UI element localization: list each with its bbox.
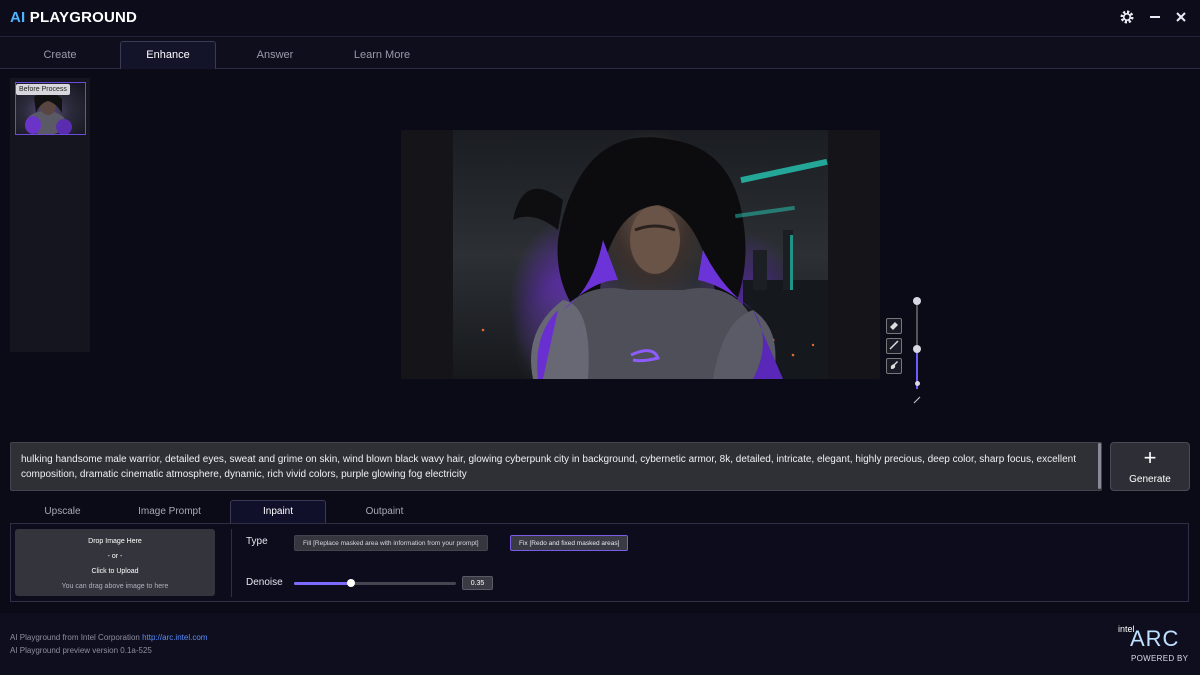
denoise-knob[interactable] xyxy=(346,579,355,587)
footer-credit: AI Playground from Intel Corporation htt… xyxy=(10,633,207,642)
prompt-input[interactable]: hulking handsome male warrior, detailed … xyxy=(10,442,1102,491)
slider-bottom-dot xyxy=(914,381,920,386)
generated-image[interactable] xyxy=(453,130,828,379)
tab-answer[interactable]: Answer xyxy=(230,42,320,68)
app-logo: AI PLAYGROUND xyxy=(10,9,137,26)
brush-icon[interactable] xyxy=(886,338,902,354)
denoise-slider[interactable] xyxy=(294,579,456,587)
brush-size-slider[interactable] xyxy=(913,297,921,403)
prompt-scrollbar[interactable] xyxy=(1098,443,1101,489)
brush-size-icon xyxy=(912,392,922,404)
footer-link[interactable]: http://arc.intel.com xyxy=(142,633,207,642)
close-icon[interactable] xyxy=(1172,9,1190,27)
logo-ai: AI xyxy=(10,9,26,26)
drop-line-1: Drop Image Here xyxy=(88,538,142,545)
logo-playground: PLAYGROUND xyxy=(29,9,138,26)
tab-learn-more[interactable]: Learn More xyxy=(337,42,427,68)
title-bar xyxy=(0,0,1200,37)
fill-option-button[interactable]: Fill [Replace masked area with informati… xyxy=(294,535,488,551)
fix-option-button[interactable]: Fix [Redo and fixed masked areas] xyxy=(510,535,629,551)
eraser-icon[interactable] xyxy=(886,318,902,334)
drop-line-3: Click to Upload xyxy=(91,568,139,575)
gear-icon[interactable] xyxy=(1118,9,1136,27)
arc-logo: ARC xyxy=(1130,626,1180,651)
generate-button[interactable]: + Generate xyxy=(1110,442,1190,491)
powered-by-label: POWERED BY xyxy=(1131,654,1189,663)
neon-light-decor xyxy=(790,235,793,290)
tab-outpaint[interactable]: Outpaint xyxy=(337,501,432,523)
generate-label: Generate xyxy=(1129,474,1171,485)
slider-top-knob[interactable] xyxy=(913,297,921,305)
minimize-icon[interactable] xyxy=(1146,9,1164,27)
tab-create[interactable]: Create xyxy=(15,42,105,68)
tab-upscale[interactable]: Upscale xyxy=(15,501,110,523)
tab-enhance[interactable]: Enhance xyxy=(120,41,216,69)
type-label: Type xyxy=(246,536,268,547)
denoise-value[interactable]: 0.35 xyxy=(462,576,493,590)
denoise-label: Denoise xyxy=(246,577,283,588)
drop-hint: You can drag above image to here xyxy=(61,583,169,590)
upload-dropzone[interactable]: Drop Image Here - or - Click to Upload Y… xyxy=(15,529,215,596)
footer-version: AI Playground preview version 0.1a-525 xyxy=(10,646,152,655)
plus-icon: + xyxy=(1143,445,1157,470)
footer xyxy=(0,613,1200,675)
panel-divider xyxy=(231,529,232,597)
brush-size-knob[interactable] xyxy=(913,345,921,354)
drop-line-2: - or - xyxy=(107,553,123,560)
footer-credit-text: AI Playground from Intel Corporation xyxy=(10,633,140,642)
tab-inpaint[interactable]: Inpaint xyxy=(230,500,326,524)
tab-image-prompt[interactable]: Image Prompt xyxy=(122,501,217,523)
before-process-badge: Before Process xyxy=(16,84,70,95)
clear-mask-icon[interactable] xyxy=(886,358,902,374)
